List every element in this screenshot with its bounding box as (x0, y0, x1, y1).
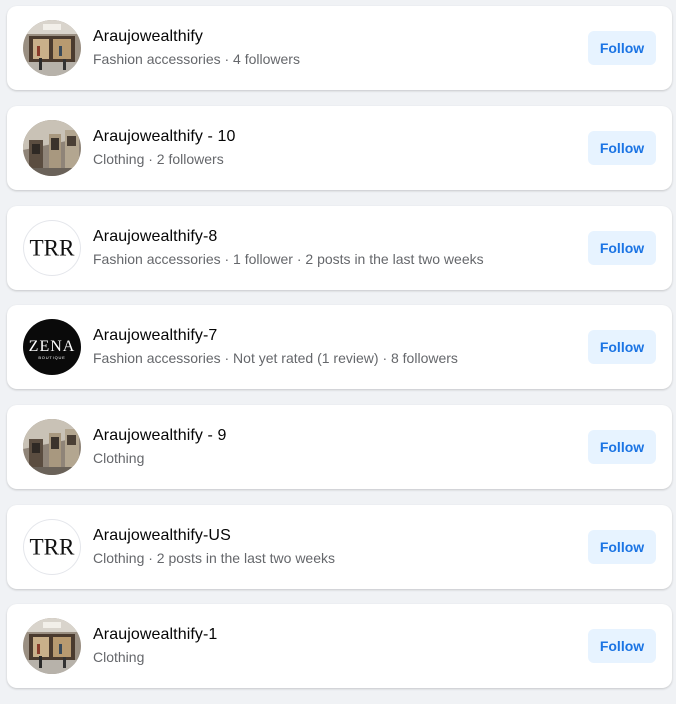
page-name[interactable]: Araujowealthify-1 (93, 626, 217, 644)
page-card[interactable]: Araujowealthify-1 Clothing Follow (7, 604, 672, 688)
storefront-photo-icon[interactable] (23, 618, 81, 674)
follow-button[interactable]: Follow (588, 31, 656, 65)
page-meta: Clothing · 2 posts in the last two weeks (93, 550, 336, 566)
page-meta: Clothing · 2 followers (93, 151, 224, 167)
follow-button[interactable]: Follow (588, 629, 656, 663)
trr-logo-text: TRR (30, 236, 76, 262)
page-results-list: Araujowealthify Fashion accessories · 4 … (0, 0, 676, 704)
page-name[interactable]: Araujowealthify-7 (93, 327, 217, 345)
page-name[interactable]: Araujowealthify-8 (93, 228, 217, 246)
follow-button[interactable]: Follow (588, 430, 656, 464)
storefront-photo-icon[interactable] (23, 20, 81, 76)
page-name[interactable]: Araujowealthify-US (93, 527, 231, 545)
trr-logo-icon[interactable]: TRR (23, 519, 81, 575)
page-name[interactable]: Araujowealthify (93, 28, 203, 46)
page-meta: Clothing (93, 450, 145, 466)
page-card[interactable]: TRR Araujowealthify-8 Fashion accessorie… (7, 206, 672, 290)
follow-button[interactable]: Follow (588, 231, 656, 265)
zena-logo-text: ZENA (29, 338, 76, 355)
zena-logo-subtext: BOUTIQUE (38, 355, 65, 360)
page-card[interactable]: TRR Araujowealthify-US Clothing · 2 post… (7, 505, 672, 589)
follow-button[interactable]: Follow (588, 530, 656, 564)
follow-button[interactable]: Follow (588, 330, 656, 364)
building-photo-icon[interactable] (23, 120, 81, 176)
building-photo-icon[interactable] (23, 419, 81, 475)
page-card[interactable]: Araujowealthify - 9 Clothing Follow (7, 405, 672, 489)
page-meta: Fashion accessories · 1 follower · 2 pos… (93, 251, 484, 267)
page-card[interactable]: Araujowealthify - 10 Clothing · 2 follow… (7, 106, 672, 190)
page-meta: Fashion accessories · 4 followers (93, 51, 300, 67)
trr-logo-text: TRR (30, 535, 76, 561)
page-name[interactable]: Araujowealthify - 10 (93, 128, 236, 146)
page-card[interactable]: ZENA BOUTIQUE Araujowealthify-7 Fashion … (7, 305, 672, 389)
page-name[interactable]: Araujowealthify - 9 (93, 427, 227, 445)
page-meta: Clothing (93, 649, 145, 665)
trr-logo-icon[interactable]: TRR (23, 220, 81, 276)
zena-boutique-logo-icon[interactable]: ZENA BOUTIQUE (23, 319, 81, 375)
page-meta: Fashion accessories · Not yet rated (1 r… (93, 350, 458, 366)
page-card[interactable]: Araujowealthify Fashion accessories · 4 … (7, 6, 672, 90)
follow-button[interactable]: Follow (588, 131, 656, 165)
